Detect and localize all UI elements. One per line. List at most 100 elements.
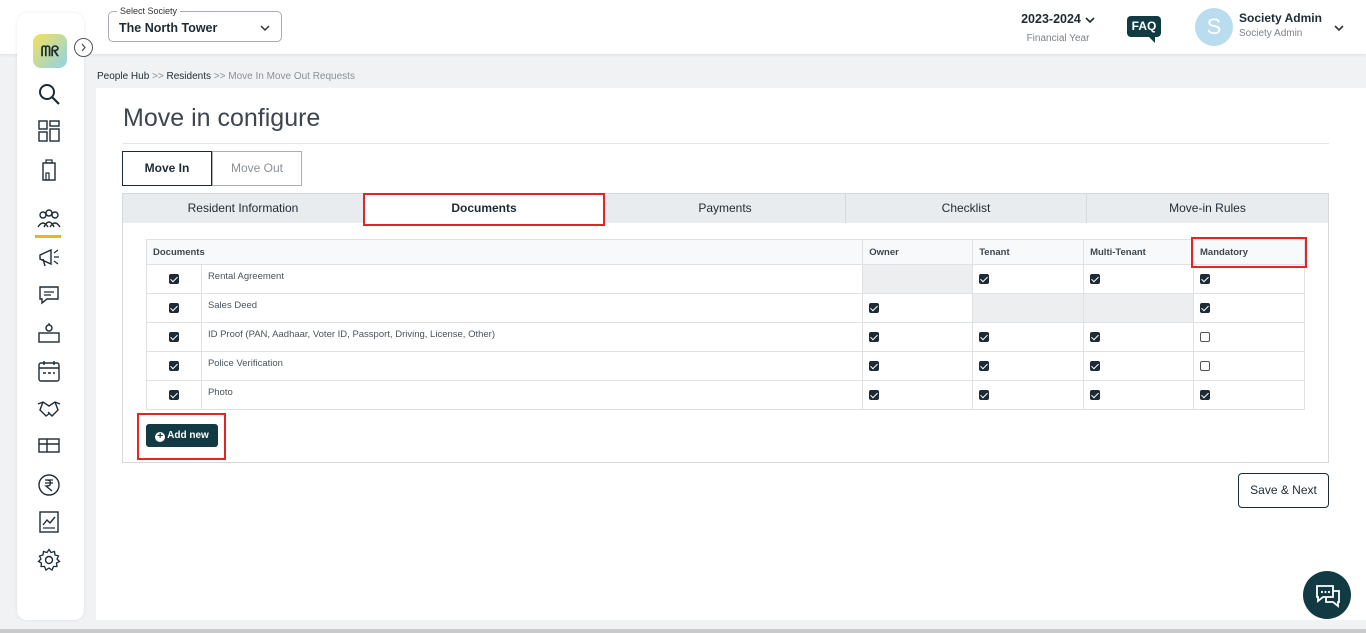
owner-checkbox[interactable] bbox=[869, 390, 879, 400]
documents-table: Documents Owner Tenant Multi-Tenant Mand… bbox=[146, 239, 1305, 410]
tenant-cell bbox=[973, 352, 1084, 381]
highlight-mandatory-column bbox=[1191, 237, 1307, 268]
owner-checkbox[interactable] bbox=[869, 332, 879, 342]
column-header-tenant: Tenant bbox=[973, 240, 1084, 265]
owner-cell bbox=[863, 352, 973, 381]
page-title: Move in configure bbox=[123, 104, 320, 133]
segment-move-in[interactable]: Move In bbox=[122, 151, 212, 186]
society-select-label: Select Society bbox=[117, 6, 180, 16]
tenant-checkbox[interactable] bbox=[979, 390, 989, 400]
user-menu-chevron-icon[interactable] bbox=[1333, 22, 1345, 34]
column-header-documents: Documents bbox=[147, 240, 863, 265]
tenant-cell bbox=[973, 381, 1084, 410]
society-select-value: The North Tower bbox=[119, 21, 217, 35]
highlight-documents-tab bbox=[363, 193, 605, 226]
owner-checkbox[interactable] bbox=[869, 361, 879, 371]
rupee-icon[interactable] bbox=[37, 473, 61, 497]
segment-move-out[interactable]: Move Out bbox=[212, 151, 302, 186]
society-select[interactable]: Select Society The North Tower bbox=[108, 11, 282, 42]
mandatory-checkbox[interactable] bbox=[1200, 361, 1210, 371]
column-header-owner: Owner bbox=[863, 240, 973, 265]
multi-tenant-checkbox[interactable] bbox=[1090, 390, 1100, 400]
settings-icon[interactable] bbox=[37, 548, 61, 572]
building-icon[interactable] bbox=[37, 158, 61, 182]
chat-bubbles-icon bbox=[1303, 571, 1351, 619]
parcel-icon[interactable] bbox=[37, 433, 61, 457]
chevron-down-icon bbox=[259, 22, 271, 34]
multi-tenant-cell-disabled bbox=[1084, 294, 1194, 323]
financial-year-value: 2023-2024 bbox=[1021, 12, 1081, 26]
multi-tenant-checkbox[interactable] bbox=[1090, 332, 1100, 342]
tenant-checkbox[interactable] bbox=[979, 274, 989, 284]
row-enable-checkbox[interactable] bbox=[169, 332, 179, 342]
report-icon[interactable] bbox=[37, 510, 61, 534]
tab-resident-information[interactable]: Resident Information bbox=[123, 194, 364, 223]
chevron-down-icon bbox=[1085, 15, 1095, 25]
breadcrumb-item-current: Move In Move Out Requests bbox=[228, 71, 355, 82]
chat-support-button[interactable] bbox=[1303, 571, 1351, 619]
row-select-cell bbox=[147, 352, 202, 381]
tab-bar: Resident Information Documents Payments … bbox=[122, 193, 1329, 224]
multi-tenant-checkbox[interactable] bbox=[1090, 274, 1100, 284]
tenant-cell-disabled bbox=[973, 294, 1084, 323]
row-enable-checkbox[interactable] bbox=[169, 390, 179, 400]
row-enable-checkbox[interactable] bbox=[169, 303, 179, 313]
search-icon[interactable] bbox=[37, 82, 61, 106]
owner-cell bbox=[863, 323, 973, 352]
chat-icon[interactable] bbox=[37, 283, 61, 307]
table-header-row: Documents Owner Tenant Multi-Tenant Mand… bbox=[147, 240, 1305, 265]
mandatory-cell bbox=[1194, 294, 1305, 323]
save-next-button[interactable]: Save & Next bbox=[1238, 473, 1329, 508]
top-bar: Select Society The North Tower 2023-2024… bbox=[0, 0, 1366, 54]
row-enable-checkbox[interactable] bbox=[169, 361, 179, 371]
row-enable-checkbox[interactable] bbox=[169, 274, 179, 284]
breadcrumb: People Hub >> Residents >> Move In Move … bbox=[97, 71, 355, 82]
user-role: Society Admin bbox=[1239, 28, 1302, 39]
owner-cell bbox=[863, 381, 973, 410]
active-nav-indicator bbox=[35, 235, 61, 238]
logo-mark: ᗰᖇ bbox=[40, 42, 60, 60]
tab-move-in-rules[interactable]: Move-in Rules bbox=[1087, 194, 1328, 223]
tenant-checkbox[interactable] bbox=[979, 332, 989, 342]
sidebar-collapse-button[interactable] bbox=[74, 38, 93, 57]
financial-year-caption: Financial Year bbox=[1008, 33, 1108, 44]
financial-year-selector[interactable]: 2023-2024 Financial Year bbox=[1008, 12, 1108, 44]
avatar[interactable]: S bbox=[1195, 8, 1233, 46]
table-row: Rental Agreement bbox=[147, 265, 1305, 294]
dashboard-icon[interactable] bbox=[37, 119, 61, 143]
tenant-cell bbox=[973, 323, 1084, 352]
owner-cell-disabled bbox=[863, 265, 973, 294]
documents-table-body: Rental AgreementSales DeedID Proof (PAN,… bbox=[147, 265, 1305, 410]
multi-tenant-checkbox[interactable] bbox=[1090, 361, 1100, 371]
handshake-icon[interactable] bbox=[37, 396, 61, 420]
tab-checklist[interactable]: Checklist bbox=[846, 194, 1087, 223]
people-icon[interactable] bbox=[37, 208, 61, 232]
multi-tenant-cell bbox=[1084, 323, 1194, 352]
breadcrumb-item-residents[interactable]: Residents bbox=[167, 71, 211, 82]
owner-checkbox[interactable] bbox=[869, 303, 879, 313]
table-row: Photo bbox=[147, 381, 1305, 410]
mandatory-checkbox[interactable] bbox=[1200, 390, 1210, 400]
row-select-cell bbox=[147, 265, 202, 294]
table-row: Sales Deed bbox=[147, 294, 1305, 323]
mandatory-checkbox[interactable] bbox=[1200, 274, 1210, 284]
faq-button[interactable]: FAQ bbox=[1127, 16, 1161, 37]
multi-tenant-cell bbox=[1084, 381, 1194, 410]
chevron-right-icon bbox=[75, 39, 92, 56]
document-name: Photo bbox=[201, 381, 862, 410]
amenity-icon[interactable] bbox=[37, 321, 61, 345]
tenant-checkbox[interactable] bbox=[979, 361, 989, 371]
sidebar: ᗰᖇ bbox=[17, 13, 84, 620]
breadcrumb-separator: >> bbox=[214, 71, 226, 82]
divider bbox=[123, 143, 1329, 144]
calendar-icon[interactable] bbox=[37, 359, 61, 383]
multi-tenant-cell bbox=[1084, 352, 1194, 381]
app-logo[interactable]: ᗰᖇ bbox=[33, 34, 67, 68]
mandatory-checkbox[interactable] bbox=[1200, 303, 1210, 313]
breadcrumb-item-people-hub[interactable]: People Hub bbox=[97, 71, 149, 82]
table-row: Police Verification bbox=[147, 352, 1305, 381]
mandatory-checkbox[interactable] bbox=[1200, 332, 1210, 342]
row-select-cell bbox=[147, 294, 202, 323]
tab-payments[interactable]: Payments bbox=[605, 194, 846, 223]
megaphone-icon[interactable] bbox=[37, 245, 61, 269]
